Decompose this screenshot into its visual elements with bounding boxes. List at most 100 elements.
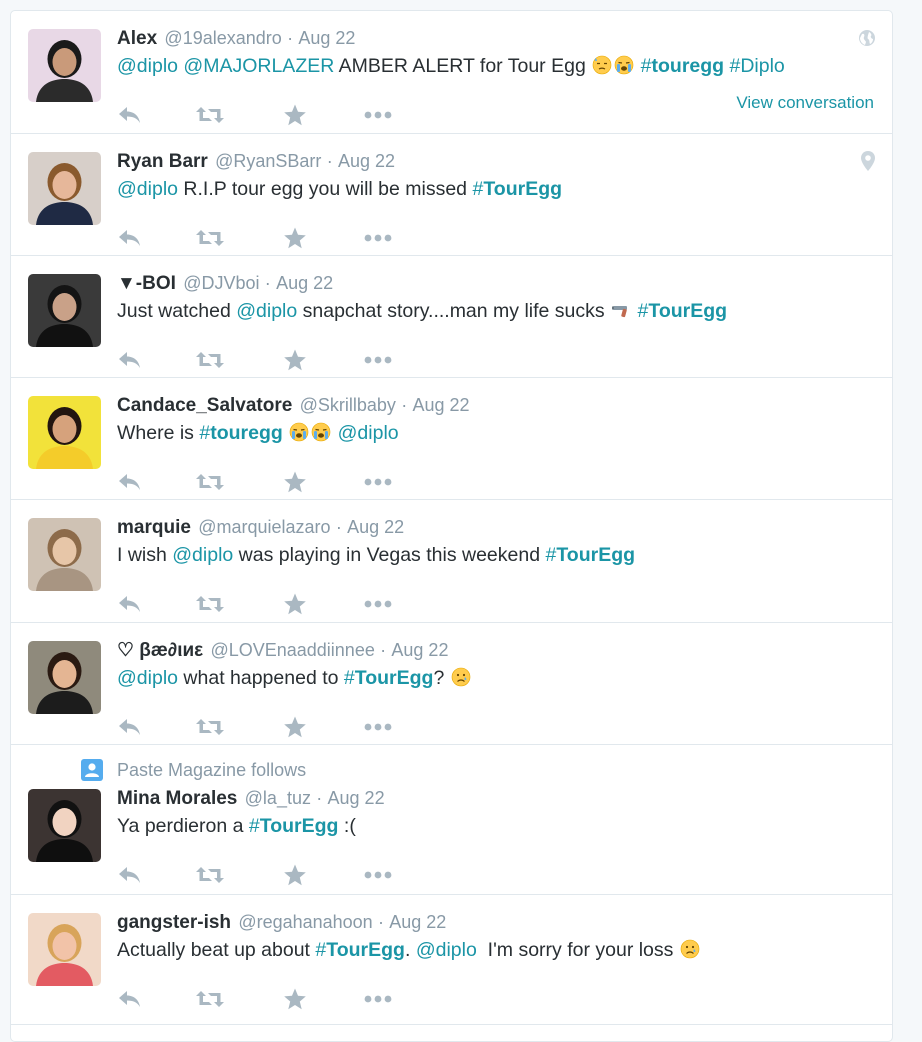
retweet-button[interactable] [195, 102, 225, 128]
fullname[interactable]: Candace_Salvatore [117, 395, 292, 416]
username[interactable]: @RyanSBarr [215, 151, 321, 171]
username[interactable]: @marquielazaro [198, 517, 330, 537]
retweet-icon [195, 104, 225, 126]
mention-link[interactable]: #Diplo [730, 55, 785, 77]
hashtag-link[interactable]: #TourEgg [638, 300, 728, 322]
more-button[interactable] [363, 102, 393, 128]
timestamp[interactable]: Aug 22 [328, 788, 385, 808]
hashtag-link[interactable]: #touregg [199, 422, 282, 444]
more-button[interactable] [363, 862, 393, 888]
retweet-button[interactable] [195, 225, 225, 251]
mention-link[interactable]: @diplo [117, 55, 178, 77]
reply-button[interactable] [117, 469, 143, 495]
hashtag-link[interactable]: #TourEgg [545, 544, 635, 566]
mention-link[interactable]: @MAJORLAZER [183, 55, 334, 77]
tweet[interactable]: Alex @19alexandro · Aug 22 @diplo @MAJORL… [11, 11, 892, 134]
fullname[interactable]: Alex [117, 28, 157, 49]
avatar[interactable] [28, 641, 101, 714]
tweet[interactable]: Candace_Salvatore @Skrillbaby · Aug 22 Wh… [11, 378, 892, 500]
favorite-button[interactable] [283, 714, 307, 740]
tweet[interactable]: marquie @marquielazaro · Aug 22 I wish @d… [11, 500, 892, 623]
reply-button[interactable] [117, 225, 143, 251]
fullname[interactable]: Mina Morales [117, 788, 237, 809]
retweet-button[interactable] [195, 862, 225, 888]
avatar[interactable] [28, 152, 101, 225]
avatar[interactable] [28, 274, 101, 347]
tweet[interactable]: Ryan Barr @RyanSBarr · Aug 22 @diplo R.I.… [11, 134, 892, 256]
tweet-header: ♡ βæ∂ιиε @LOVEnaaddiinnee · Aug 22 [117, 638, 874, 663]
fullname[interactable]: marquie [117, 517, 191, 538]
hashtag-link[interactable]: #TourEgg [249, 815, 339, 837]
tweet[interactable]: gangster-ish @regahanahoon · Aug 22 Actua… [11, 895, 892, 1025]
retweet-button[interactable] [195, 591, 225, 617]
favorite-button[interactable] [283, 469, 307, 495]
fullname[interactable]: Ryan Barr [117, 151, 208, 172]
tweet-content: ♡ βæ∂ιиε @LOVEnaaddiinnee · Aug 22 @diplo… [117, 638, 874, 691]
hashtag-link[interactable]: #TourEgg [472, 178, 562, 200]
retweet-button[interactable] [195, 714, 225, 740]
timestamp[interactable]: Aug 22 [391, 640, 448, 660]
favorite-button[interactable] [283, 986, 307, 1012]
tweet-content: Mina Morales @la_tuz · Aug 22 Ya perdiero… [117, 786, 874, 839]
reply-button[interactable] [117, 714, 143, 740]
fullname[interactable]: gangster-ish [117, 912, 231, 933]
timestamp[interactable]: Aug 22 [389, 912, 446, 932]
avatar[interactable] [28, 789, 101, 862]
more-button[interactable] [363, 469, 393, 495]
more-button[interactable] [363, 591, 393, 617]
favorite-button[interactable] [283, 347, 307, 373]
username[interactable]: @19alexandro [164, 28, 281, 48]
timestamp[interactable]: Aug 22 [298, 28, 355, 48]
retweet-button[interactable] [195, 347, 225, 373]
timestamp[interactable]: Aug 22 [338, 151, 395, 171]
favorite-button[interactable] [283, 102, 307, 128]
username[interactable]: @LOVEnaaddiinnee [210, 640, 374, 660]
hashtag-link[interactable]: #touregg [641, 55, 724, 77]
mention-link[interactable]: @diplo [416, 939, 477, 961]
tweet-header: Alex @19alexandro · Aug 22 [117, 26, 874, 51]
username[interactable]: @Skrillbaby [300, 395, 396, 415]
fullname[interactable]: ▼-BOI [117, 273, 176, 294]
username[interactable]: @la_tuz [245, 788, 311, 808]
reply-button[interactable] [117, 591, 143, 617]
mention-link[interactable]: @diplo [117, 667, 178, 689]
mention-link[interactable]: @diplo [236, 300, 297, 322]
username[interactable]: @regahanahoon [238, 912, 372, 932]
more-button[interactable] [363, 986, 393, 1012]
separator-dot: · [377, 912, 384, 932]
tweet-content: Ryan Barr @RyanSBarr · Aug 22 @diplo R.I.… [117, 149, 874, 202]
hashtag-link[interactable]: #TourEgg [315, 939, 405, 961]
favorite-button[interactable] [283, 862, 307, 888]
text-segment: what happened to [178, 667, 344, 689]
more-button[interactable] [363, 347, 393, 373]
hashtag-link[interactable]: #TourEgg [344, 667, 434, 689]
fullname[interactable]: ♡ βæ∂ιиε [117, 640, 203, 661]
tweet-header: marquie @marquielazaro · Aug 22 [117, 515, 874, 540]
timestamp[interactable]: Aug 22 [412, 395, 469, 415]
reply-button[interactable] [117, 102, 143, 128]
favorite-button[interactable] [283, 591, 307, 617]
retweet-button[interactable] [195, 469, 225, 495]
avatar[interactable] [28, 396, 101, 469]
mention-link[interactable]: @diplo [338, 422, 399, 444]
tweet[interactable]: ▼-BOI @DJVboi · Aug 22 Just watched @dipl… [11, 256, 892, 378]
more-button[interactable] [363, 225, 393, 251]
mention-link[interactable]: @diplo [172, 544, 233, 566]
view-conversation-link[interactable]: View conversation [736, 93, 874, 113]
more-button[interactable] [363, 714, 393, 740]
username[interactable]: @DJVboi [183, 273, 259, 293]
favorite-button[interactable] [283, 225, 307, 251]
tweet[interactable]: ♡ βæ∂ιиε @LOVEnaaddiinnee · Aug 22 @diplo… [11, 623, 892, 745]
timestamp[interactable]: Aug 22 [347, 517, 404, 537]
reply-button[interactable] [117, 862, 143, 888]
avatar[interactable] [28, 518, 101, 591]
tweet[interactable]: Paste Magazine follows Mina Morales @la_… [11, 745, 892, 895]
retweet-button[interactable] [195, 986, 225, 1012]
timestamp[interactable]: Aug 22 [276, 273, 333, 293]
avatar[interactable] [28, 29, 101, 102]
mention-link[interactable]: @diplo [117, 178, 178, 200]
avatar[interactable] [28, 913, 101, 986]
reply-button[interactable] [117, 347, 143, 373]
tweet-content: Candace_Salvatore @Skrillbaby · Aug 22 Wh… [117, 393, 874, 446]
reply-button[interactable] [117, 986, 143, 1012]
